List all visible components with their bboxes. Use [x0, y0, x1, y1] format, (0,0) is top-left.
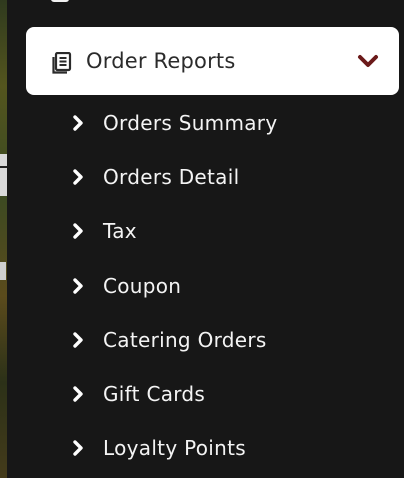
menu-item-loyalty-points[interactable]: Loyalty Points	[71, 428, 391, 468]
document-icon	[52, 52, 72, 74]
menu-item-label: Orders Detail	[103, 165, 240, 189]
page: Order Reports Orders Summary Orders Deta…	[0, 0, 404, 478]
chevron-right-icon	[73, 440, 83, 456]
chevron-right-icon	[73, 332, 83, 348]
background-edge-detail	[0, 154, 7, 196]
previous-item-icon[interactable]	[51, 0, 69, 2]
menu-item-label: Orders Summary	[103, 111, 278, 135]
menu-item-label: Loyalty Points	[103, 436, 246, 460]
menu-item-label: Catering Orders	[103, 328, 267, 352]
chevron-right-icon	[73, 278, 83, 294]
menu-item-coupon[interactable]: Coupon	[71, 266, 391, 306]
chevron-down-icon[interactable]	[357, 53, 379, 69]
menu-item-gift-cards[interactable]: Gift Cards	[71, 374, 391, 414]
order-reports-title: Order Reports	[86, 49, 236, 73]
chevron-right-icon	[73, 169, 83, 185]
background-edge-detail	[0, 262, 6, 280]
menu-item-label: Gift Cards	[103, 382, 206, 406]
menu-item-catering-orders[interactable]: Catering Orders	[71, 320, 391, 360]
menu-item-orders-summary[interactable]: Orders Summary	[71, 103, 391, 143]
chevron-right-icon	[73, 115, 83, 131]
sidebar: Order Reports Orders Summary Orders Deta…	[7, 0, 404, 478]
menu-item-label: Tax	[103, 219, 137, 243]
chevron-right-icon	[73, 223, 83, 239]
menu-item-orders-detail[interactable]: Orders Detail	[71, 157, 391, 197]
background-image-strip	[0, 0, 7, 478]
menu-item-tax[interactable]: Tax	[71, 211, 391, 251]
order-reports-group-header[interactable]: Order Reports	[26, 27, 399, 95]
chevron-right-icon	[73, 386, 83, 402]
menu-item-label: Coupon	[103, 274, 182, 298]
